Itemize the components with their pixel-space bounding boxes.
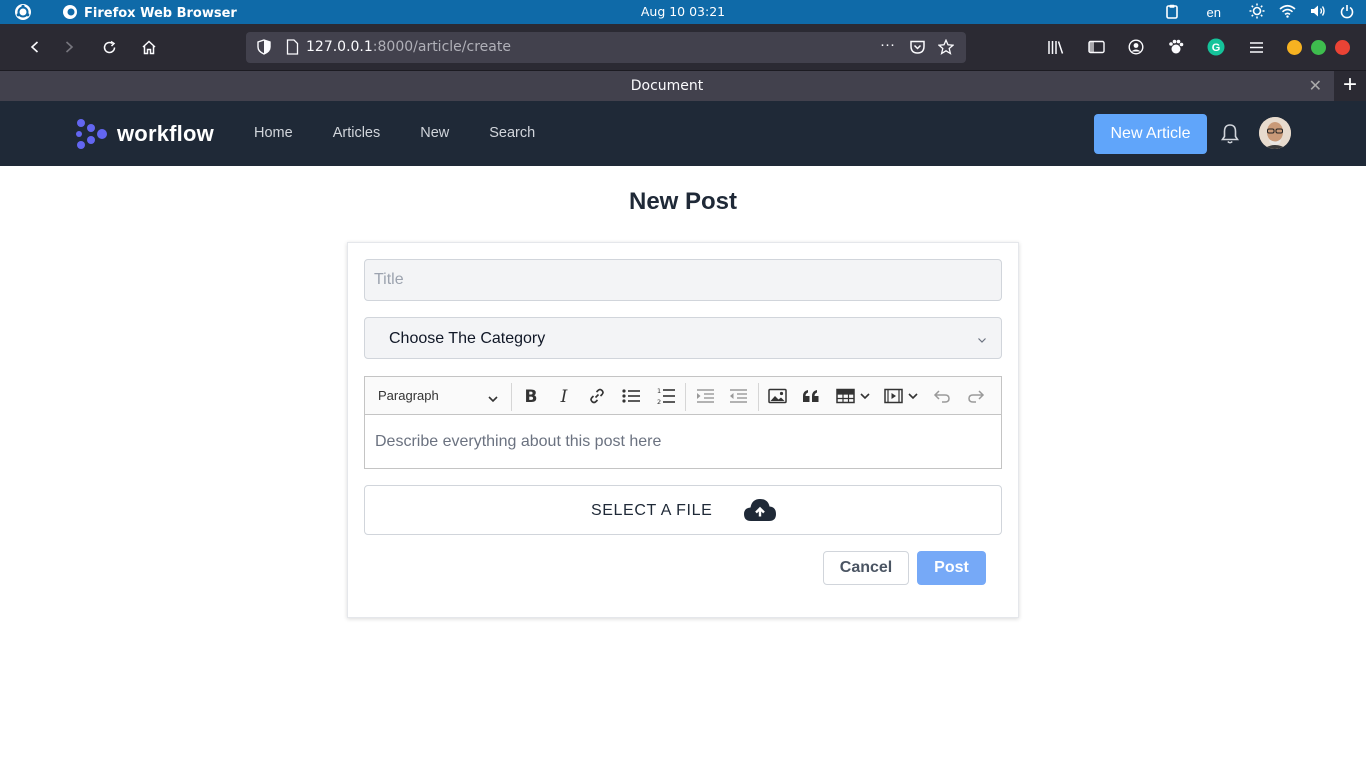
heading-dropdown[interactable]: Paragraph bbox=[378, 388, 439, 403]
workflow-logo-icon bbox=[76, 119, 107, 149]
category-select[interactable]: Choose The Category bbox=[364, 317, 1002, 359]
more-actions-icon[interactable]: ··· bbox=[880, 36, 895, 53]
nav-link-home[interactable]: Home bbox=[254, 125, 293, 141]
maximize-button[interactable] bbox=[1311, 40, 1326, 55]
close-window-button[interactable] bbox=[1335, 40, 1350, 55]
close-tab-icon[interactable]: ✕ bbox=[1309, 71, 1322, 101]
reload-icon[interactable] bbox=[98, 36, 120, 58]
bold-icon[interactable]: B bbox=[520, 386, 542, 406]
back-icon[interactable] bbox=[24, 36, 46, 58]
insert-table-icon[interactable] bbox=[835, 386, 873, 406]
select-file-button[interactable]: SELECT A FILE bbox=[364, 485, 1002, 535]
toolbar-divider bbox=[685, 383, 686, 411]
extension-paw-icon[interactable] bbox=[1165, 36, 1187, 58]
editor-body-placeholder[interactable]: Describe everything about this post here bbox=[375, 433, 661, 451]
toolbar-divider bbox=[511, 383, 512, 411]
power-icon[interactable] bbox=[1340, 4, 1354, 22]
cloud-upload-icon bbox=[743, 497, 777, 528]
link-icon[interactable] bbox=[586, 386, 608, 406]
tab-bar: Document ✕ + bbox=[0, 70, 1366, 102]
url-text[interactable]: 127.0.0.1:8000/article/create bbox=[306, 39, 511, 55]
grammarly-icon[interactable]: G bbox=[1205, 36, 1227, 58]
url-path: :8000/article/create bbox=[372, 39, 511, 55]
forward-icon[interactable] bbox=[58, 36, 80, 58]
bulleted-list-icon[interactable] bbox=[620, 386, 642, 406]
tab-document[interactable]: Document ✕ bbox=[0, 71, 1334, 102]
svg-text:1: 1 bbox=[657, 387, 661, 395]
rich-text-editor[interactable]: Paragraph B I 12 Describe everything abo… bbox=[364, 376, 1002, 469]
clipboard-icon[interactable] bbox=[1165, 4, 1179, 22]
svg-text:G: G bbox=[1212, 42, 1221, 54]
nav-link-search[interactable]: Search bbox=[489, 125, 535, 141]
bookmark-star-icon[interactable] bbox=[937, 38, 955, 59]
url-host: 127.0.0.1 bbox=[306, 39, 373, 55]
new-article-button[interactable]: New Article bbox=[1094, 114, 1207, 154]
chevron-down-icon bbox=[977, 332, 987, 350]
svg-text:I: I bbox=[560, 388, 568, 404]
nav-link-articles[interactable]: Articles bbox=[333, 125, 381, 141]
library-icon[interactable] bbox=[1045, 36, 1067, 58]
wifi-icon[interactable] bbox=[1279, 4, 1296, 21]
redo-icon[interactable] bbox=[965, 386, 987, 406]
title-input[interactable] bbox=[364, 259, 1002, 301]
blockquote-icon[interactable] bbox=[800, 386, 822, 406]
toolbar-divider bbox=[758, 383, 759, 411]
menu-icon[interactable] bbox=[1245, 36, 1267, 58]
language-indicator[interactable]: en bbox=[1207, 5, 1221, 20]
os-top-bar: Firefox Web Browser Aug 10 03:21 en bbox=[0, 0, 1366, 24]
indent-icon[interactable] bbox=[694, 386, 716, 406]
heading-chevron-icon[interactable] bbox=[487, 391, 499, 409]
page-icon[interactable] bbox=[286, 39, 299, 59]
notification-bell-icon[interactable] bbox=[1220, 123, 1240, 150]
url-bar[interactable]: 127.0.0.1:8000/article/create ··· bbox=[246, 32, 966, 63]
insert-media-icon[interactable] bbox=[883, 386, 921, 406]
volume-icon[interactable] bbox=[1310, 4, 1326, 21]
account-icon[interactable] bbox=[1125, 36, 1147, 58]
tab-title: Document bbox=[630, 78, 704, 94]
category-select-value: Choose The Category bbox=[389, 330, 546, 347]
new-tab-button[interactable]: + bbox=[1334, 71, 1366, 102]
user-avatar[interactable] bbox=[1259, 117, 1291, 149]
italic-icon[interactable]: I bbox=[553, 386, 575, 406]
numbered-list-icon[interactable]: 12 bbox=[655, 386, 677, 406]
clock[interactable]: Aug 10 03:21 bbox=[0, 4, 1366, 19]
nav-links: Home Articles New Search bbox=[254, 125, 575, 141]
editor-toolbar: Paragraph B I 12 bbox=[365, 377, 1001, 415]
app-navbar: workflow Home Articles New Search New Ar… bbox=[0, 101, 1366, 166]
undo-icon[interactable] bbox=[931, 386, 953, 406]
page-title: New Post bbox=[628, 188, 738, 215]
post-form-card: Choose The Category Paragraph B I bbox=[347, 242, 1019, 618]
sidebar-icon[interactable] bbox=[1085, 36, 1107, 58]
minimize-button[interactable] bbox=[1287, 40, 1302, 55]
post-button[interactable]: Post bbox=[917, 551, 986, 585]
brand-name: workflow bbox=[117, 121, 214, 146]
select-file-label: SELECT A FILE bbox=[591, 502, 713, 519]
svg-text:B: B bbox=[525, 388, 538, 404]
insert-image-icon[interactable] bbox=[766, 386, 788, 406]
svg-text:2: 2 bbox=[657, 398, 661, 405]
brand-logo[interactable]: workflow bbox=[75, 117, 214, 151]
browser-toolbar: 127.0.0.1:8000/article/create ··· G bbox=[0, 24, 1366, 70]
pocket-icon[interactable] bbox=[910, 40, 925, 58]
outdent-icon[interactable] bbox=[727, 386, 749, 406]
shield-icon[interactable] bbox=[257, 39, 271, 59]
nav-link-new[interactable]: New bbox=[420, 125, 449, 141]
cancel-button[interactable]: Cancel bbox=[823, 551, 909, 585]
brightness-icon[interactable] bbox=[1249, 3, 1265, 22]
home-icon[interactable] bbox=[138, 36, 160, 58]
